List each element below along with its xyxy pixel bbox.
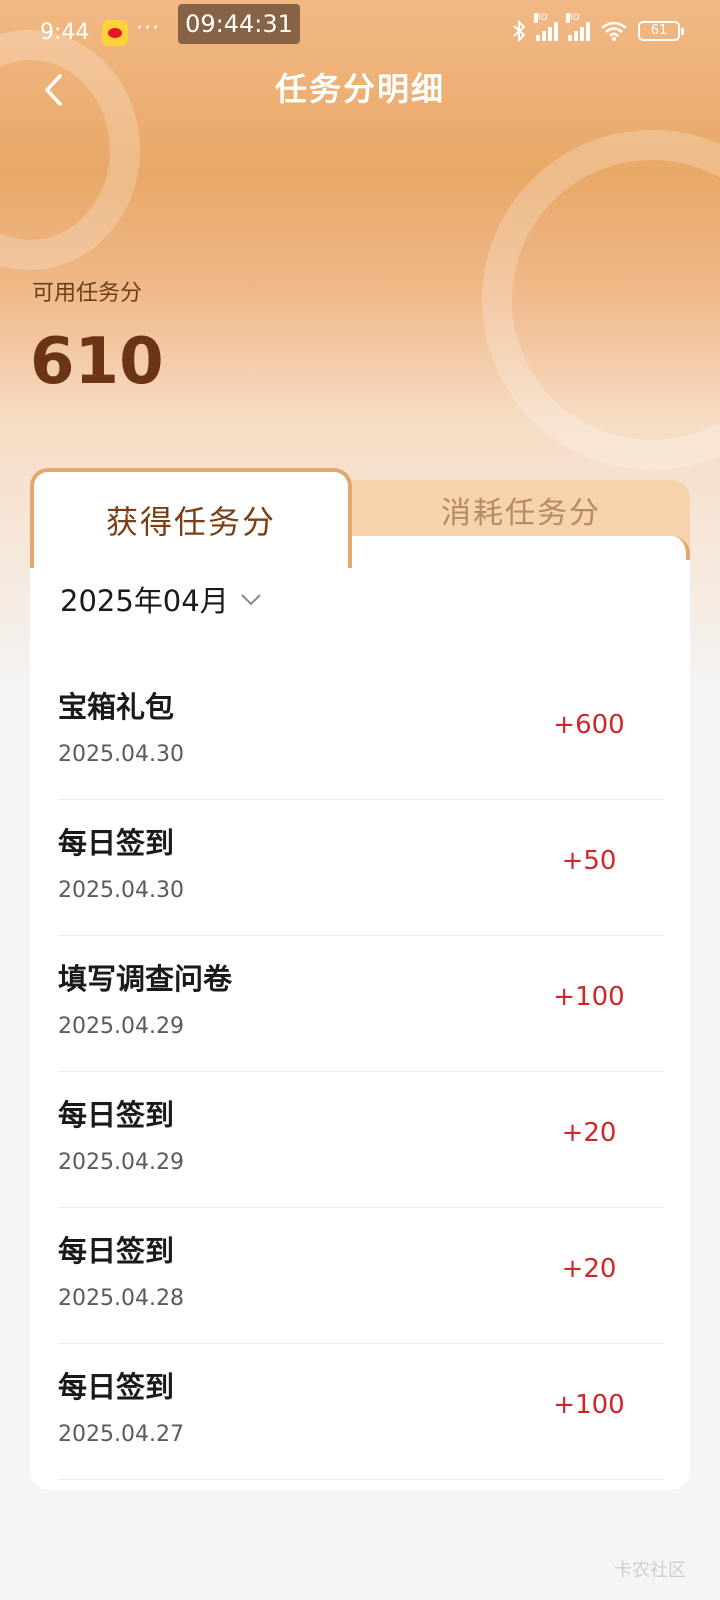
watermark: 卡农社区: [614, 1560, 686, 1581]
record-date: 2025.04.27: [58, 1422, 184, 1447]
wifi-icon: [600, 21, 628, 41]
record-title: 填写调查问卷: [58, 962, 233, 996]
chevron-down-icon: [241, 594, 261, 606]
record-date: 2025.04.29: [58, 1014, 184, 1039]
decorative-ring: [482, 130, 720, 470]
weibo-notification-icon: [102, 20, 128, 46]
bluetooth-icon: [512, 20, 526, 42]
record-title: 宝箱礼包: [58, 690, 175, 724]
status-time: 9:44: [40, 20, 90, 45]
record-row[interactable]: 每日签到 2025.04.29 +20: [58, 1072, 664, 1208]
record-amount: +100: [553, 1390, 625, 1420]
available-points-label: 可用任务分: [32, 281, 143, 306]
clock-overlay: 09:44:31: [178, 4, 300, 44]
record-amount: +20: [561, 1118, 617, 1148]
signal-icon: HD: [534, 13, 558, 41]
record-amount: +600: [553, 710, 625, 740]
record-title: 每日签到: [58, 1234, 175, 1268]
more-notifications-icon: ···: [136, 16, 160, 41]
record-title: 每日签到: [58, 1098, 175, 1132]
record-title: 每日签到: [58, 1370, 175, 1404]
record-amount: +100: [553, 982, 625, 1012]
records-list: 宝箱礼包 2025.04.30 +600 每日签到 2025.04.30 +50…: [58, 664, 664, 1480]
status-bar: 9:44 ··· 09:44:31 HD HD 61: [0, 4, 720, 54]
tab-earned[interactable]: 获得任务分: [30, 468, 352, 568]
record-amount: +50: [561, 846, 617, 876]
record-date: 2025.04.30: [58, 742, 184, 767]
month-selector[interactable]: 2025年04月: [60, 578, 263, 620]
record-date: 2025.04.28: [58, 1286, 184, 1311]
available-points-value: 610: [30, 325, 164, 399]
page-title: 任务分明细: [274, 70, 445, 108]
signal-icon: HD: [566, 13, 590, 41]
battery-icon: 61: [638, 21, 684, 41]
record-row[interactable]: 每日签到 2025.04.28 +20: [58, 1208, 664, 1344]
record-row[interactable]: 宝箱礼包 2025.04.30 +600: [58, 664, 664, 800]
record-title: 每日签到: [58, 826, 175, 860]
month-label: 2025年04月: [60, 584, 229, 618]
record-row[interactable]: 填写调查问卷 2025.04.29 +100: [58, 936, 664, 1072]
record-row[interactable]: 每日签到 2025.04.27 +100: [58, 1344, 664, 1480]
record-date: 2025.04.29: [58, 1150, 184, 1175]
record-date: 2025.04.30: [58, 878, 184, 903]
record-row[interactable]: 每日签到 2025.04.30 +50: [58, 800, 664, 936]
tab-spent[interactable]: 消耗任务分: [352, 480, 690, 540]
record-amount: +20: [561, 1254, 617, 1284]
